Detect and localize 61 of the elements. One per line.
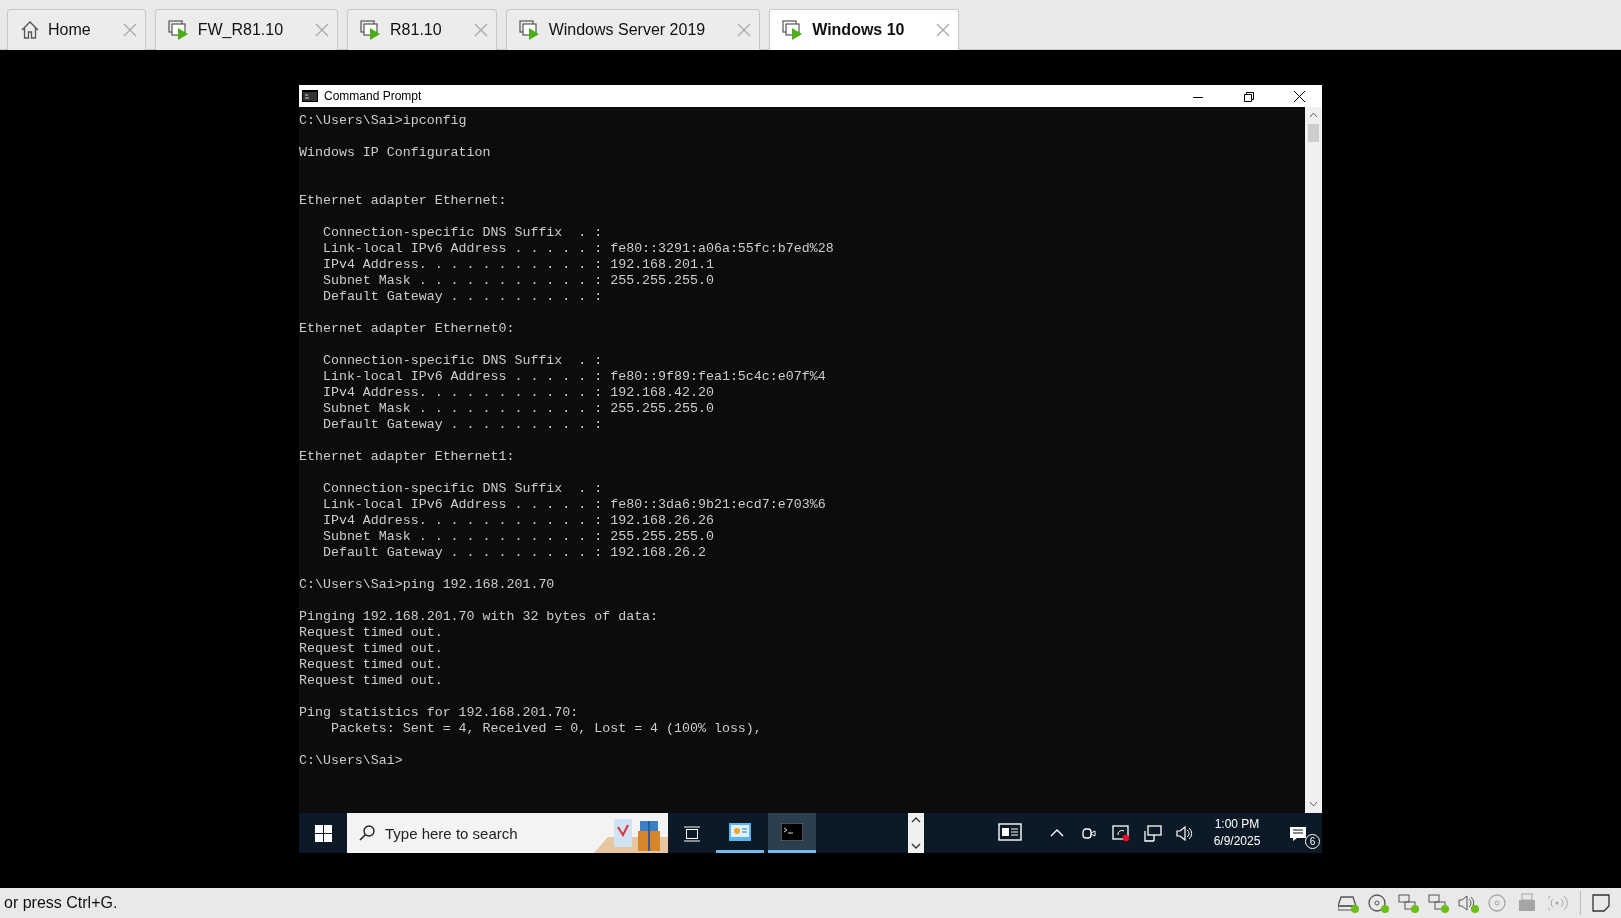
- console-line: C:\Users\Sai>ipconfig: [299, 113, 468, 129]
- speaker-icon[interactable]: [1458, 892, 1480, 914]
- console-line: C:\Users\Sai>ping 192.168.201.70: [299, 577, 556, 593]
- console-line: Subnet Mask . . . . . . . . . . . : 255.255.255.0: [321, 401, 715, 417]
- network-icon[interactable]: [1428, 892, 1450, 914]
- disc-icon[interactable]: [1368, 892, 1390, 914]
- console-line: Connection-specific DNS Suffix . :: [321, 225, 604, 241]
- task-view-icon: [683, 825, 701, 842]
- clock-time: 1:00 PM: [1213, 816, 1261, 833]
- notifications-button[interactable]: 6: [1274, 813, 1322, 853]
- console-line: Pinging 192.168.201.70 with 32 bytes of data:: [299, 609, 660, 625]
- console-line: Connection-specific DNS Suffix . :: [321, 353, 604, 369]
- console-line: Ethernet adapter Ethernet:: [299, 193, 508, 209]
- home-icon: [20, 20, 40, 40]
- note-icon[interactable]: [1591, 893, 1611, 913]
- tab[interactable]: R81.10: [347, 9, 497, 50]
- scroll-thumb[interactable]: [1308, 124, 1319, 142]
- console-taskbar-button[interactable]: [768, 813, 816, 853]
- close-icon: [1294, 91, 1305, 103]
- console-line: Request timed out.: [299, 673, 444, 689]
- clock-date: 6/9/2025: [1212, 833, 1262, 850]
- scrollbar[interactable]: [1305, 107, 1322, 813]
- tab[interactable]: FW_R81.10: [154, 9, 339, 50]
- speech-bubble-icon: [1289, 825, 1307, 842]
- console-line: Connection-specific DNS Suffix . :: [321, 481, 604, 497]
- console-line: IPv4 Address. . . . . . . . . . . : 192.168.42.20: [321, 385, 715, 401]
- console-line: IPv4 Address. . . . . . . . . . . : 192.168.26.26: [321, 513, 715, 529]
- console-icon: [302, 90, 318, 102]
- restore-icon: [1243, 91, 1254, 102]
- tab[interactable]: Windows Server 2019: [505, 9, 761, 50]
- console-line: Windows IP Configuration: [299, 145, 492, 161]
- app-window-icon: [729, 823, 751, 842]
- console-line: Subnet Mask . . . . . . . . . . . : 255.255.255.0: [321, 273, 715, 289]
- console-line: Request timed out.: [299, 657, 444, 673]
- tab[interactable]: Windows 10: [769, 9, 960, 50]
- search-icon: [359, 825, 375, 841]
- console-line: Default Gateway . . . . . . . . . :: [321, 417, 604, 433]
- console-line: Ethernet adapter Ethernet1:: [299, 449, 516, 465]
- console-line: Default Gateway . . . . . . . . . : 192.168.26.2: [321, 545, 707, 561]
- windows-icon: [314, 825, 332, 843]
- console-line: C:\Users\Sai>: [299, 753, 404, 769]
- console-line: Ping statistics for 192.168.201.70:: [299, 705, 580, 721]
- status-hint: or press Ctrl+G.: [4, 893, 119, 913]
- console-line: Link-local IPv6 Address . . . . . : fe80::9f89:fea1:5c4c:e07f%4: [321, 369, 827, 385]
- virtual-machine-icon: [167, 20, 190, 40]
- console-icon: [781, 823, 803, 842]
- virtual-machine-icon: [518, 20, 541, 40]
- notification-count: 6: [1305, 834, 1320, 849]
- console-line: Request timed out.: [299, 625, 444, 641]
- console-line: Subnet Mask . . . . . . . . . . . : 255.255.255.0: [321, 529, 715, 545]
- console-line: Packets: Sent = 4, Received = 0, Lost = 4 (100% loss),: [329, 721, 763, 737]
- console-line: Ethernet adapter Ethernet0:: [299, 321, 516, 337]
- scroll-arrows-icon[interactable]: [908, 813, 924, 853]
- tab[interactable]: Home: [7, 9, 146, 50]
- network-icon[interactable]: [1398, 892, 1420, 914]
- console-line: IPv4 Address. . . . . . . . . . . : 192.168.201.1: [321, 257, 715, 273]
- window-title: Command Prompt: [324, 88, 423, 105]
- console-line: Request timed out.: [299, 641, 444, 657]
- console-line: Link-local IPv6 Address . . . . . : fe80::3da6:9b21:ecd7:e703%6: [321, 497, 827, 513]
- console-line: Link-local IPv6 Address . . . . . : fe80::3291:a06a:55fc:b7ed%28: [321, 241, 835, 257]
- console-line: Default Gateway . . . . . . . . . :: [321, 289, 604, 305]
